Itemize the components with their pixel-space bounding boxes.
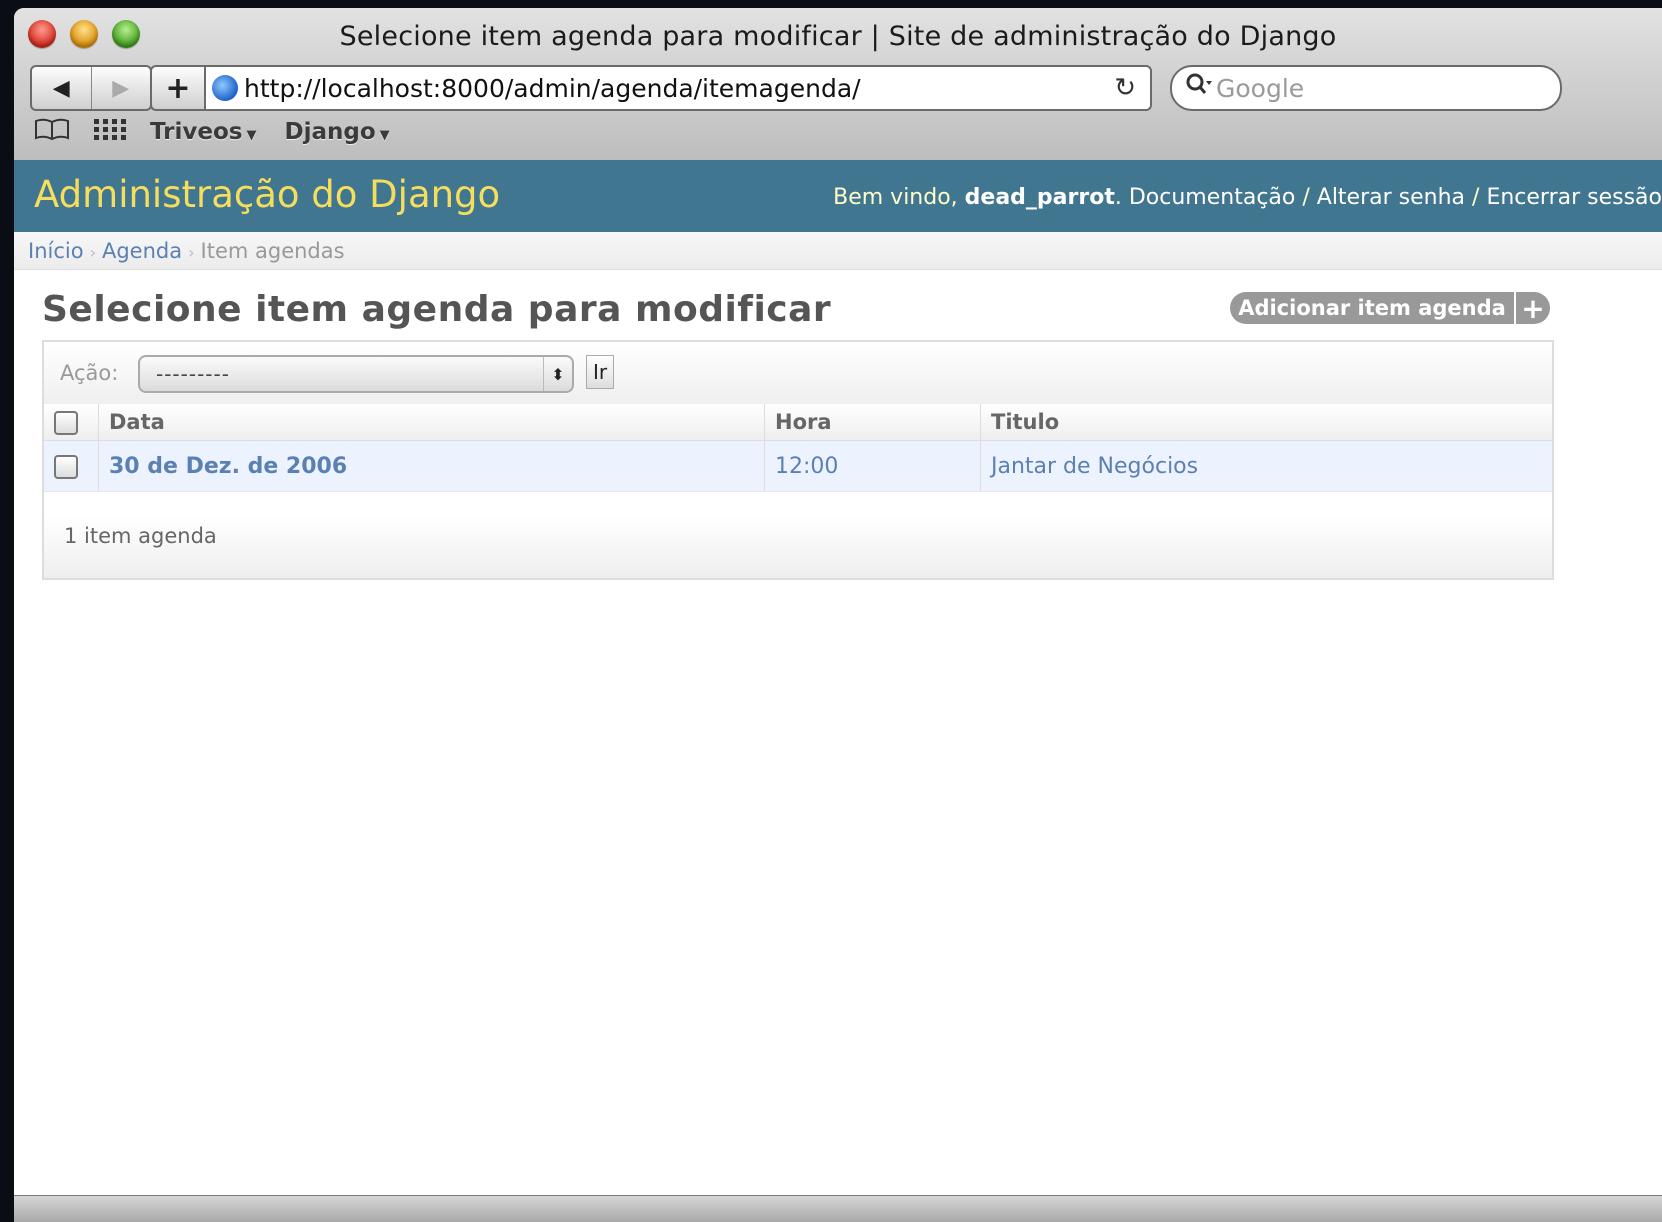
column-header-data[interactable]: Data [98,404,765,441]
table-header-row: Data Hora Titulo [44,404,1552,441]
column-header-titulo[interactable]: Titulo [980,404,1552,441]
column-header-hora[interactable]: Hora [764,404,981,441]
search-placeholder: Google [1216,73,1305,103]
forward-button[interactable]: ▶ [90,67,151,109]
globe-icon [212,75,238,101]
breadcrumb-separator: › [188,243,195,262]
row-hora: 12:00 [764,440,981,492]
bookmark-folder-triveos[interactable]: Triveos ▼ [150,119,256,145]
row-data-link[interactable]: 30 de Dez. de 2006 [98,440,765,492]
bookmarks-bar: Triveos ▼ Django ▼ [34,114,418,150]
table-row: 30 de Dez. de 2006 12:00 Jantar de Negóc… [44,440,1552,492]
logout-link[interactable]: Encerrar sessão [1486,185,1662,210]
bookmark-label: Django [284,119,376,145]
breadcrumb-current: Item agendas [200,239,345,263]
breadcrumb-home-link[interactable]: Início [28,239,84,263]
reload-icon[interactable]: ↻ [1114,73,1136,103]
row-select-cell [44,440,99,492]
action-selected-value: --------- [156,362,230,386]
status-bar [14,1195,1662,1222]
select-all-checkbox[interactable] [54,410,78,435]
punctuation: . [1114,185,1129,210]
browser-window: Selecione item agenda para modificar | S… [14,8,1662,1222]
select-all-header [44,404,99,441]
admin-header: Administração do Django Bem vindo, dead_… [14,160,1662,232]
open-book-icon[interactable] [34,117,70,147]
separator: / [1465,185,1487,210]
updown-arrows-icon: ⬍ [543,357,572,391]
documentation-link[interactable]: Documentação [1129,185,1296,210]
chevron-down-icon: ▼ [379,128,390,143]
plus-icon: + [1514,292,1550,325]
change-password-link[interactable]: Alterar senha [1317,185,1465,210]
back-button[interactable]: ◀ [32,67,91,109]
history-buttons: ◀ ▶ [30,65,152,111]
chevron-down-icon: ▼ [246,128,257,143]
browser-chrome: Selecione item agenda para modificar | S… [14,8,1662,161]
grid-icon[interactable] [94,117,126,147]
action-label: Ação: [60,361,119,385]
site-branding: Administração do Django [34,173,501,216]
separator: / [1295,185,1317,210]
action-select[interactable]: --------- ⬍ [138,355,574,393]
paginator: 1 item agenda [44,516,1552,578]
breadcrumb-separator: › [89,243,96,262]
results-table: Data Hora Titulo 30 de Dez. de 2006 12:0… [44,404,1552,492]
go-button[interactable]: Ir [586,355,614,389]
username: dead_parrot [964,185,1115,210]
result-count: 1 item agenda [64,524,217,548]
add-item-button[interactable]: Adicionar item agenda + [1230,292,1550,325]
breadcrumb-agenda-link[interactable]: Agenda [102,239,182,263]
row-titulo: Jantar de Negócios [980,440,1552,492]
add-bookmark-button[interactable]: + [150,65,204,111]
actions-bar: Ação: --------- ⬍ Ir [44,342,1552,405]
add-item-label: Adicionar item agenda [1238,296,1506,320]
window-title: Selecione item agenda para modificar | S… [339,21,1337,52]
search-field[interactable]: Google [1170,65,1562,111]
address-bar[interactable]: http://localhost:8000/admin/agenda/itema… [204,65,1152,111]
bookmark-folder-django[interactable]: Django ▼ [284,119,389,145]
bookmark-label: Triveos [150,119,243,145]
url-text[interactable]: http://localhost:8000/admin/agenda/itema… [244,74,1114,103]
welcome-text: Bem vindo, [833,185,965,210]
changelist-module: Ação: --------- ⬍ Ir Data Hora Titulo 30… [42,340,1554,580]
user-tools: Bem vindo, dead_parrot. Documentação / A… [833,185,1662,210]
search-icon [1186,73,1212,103]
page-title: Selecione item agenda para modificar [42,289,832,330]
breadcrumb: Início › Agenda › Item agendas [14,232,1662,270]
row-checkbox[interactable] [54,454,78,479]
